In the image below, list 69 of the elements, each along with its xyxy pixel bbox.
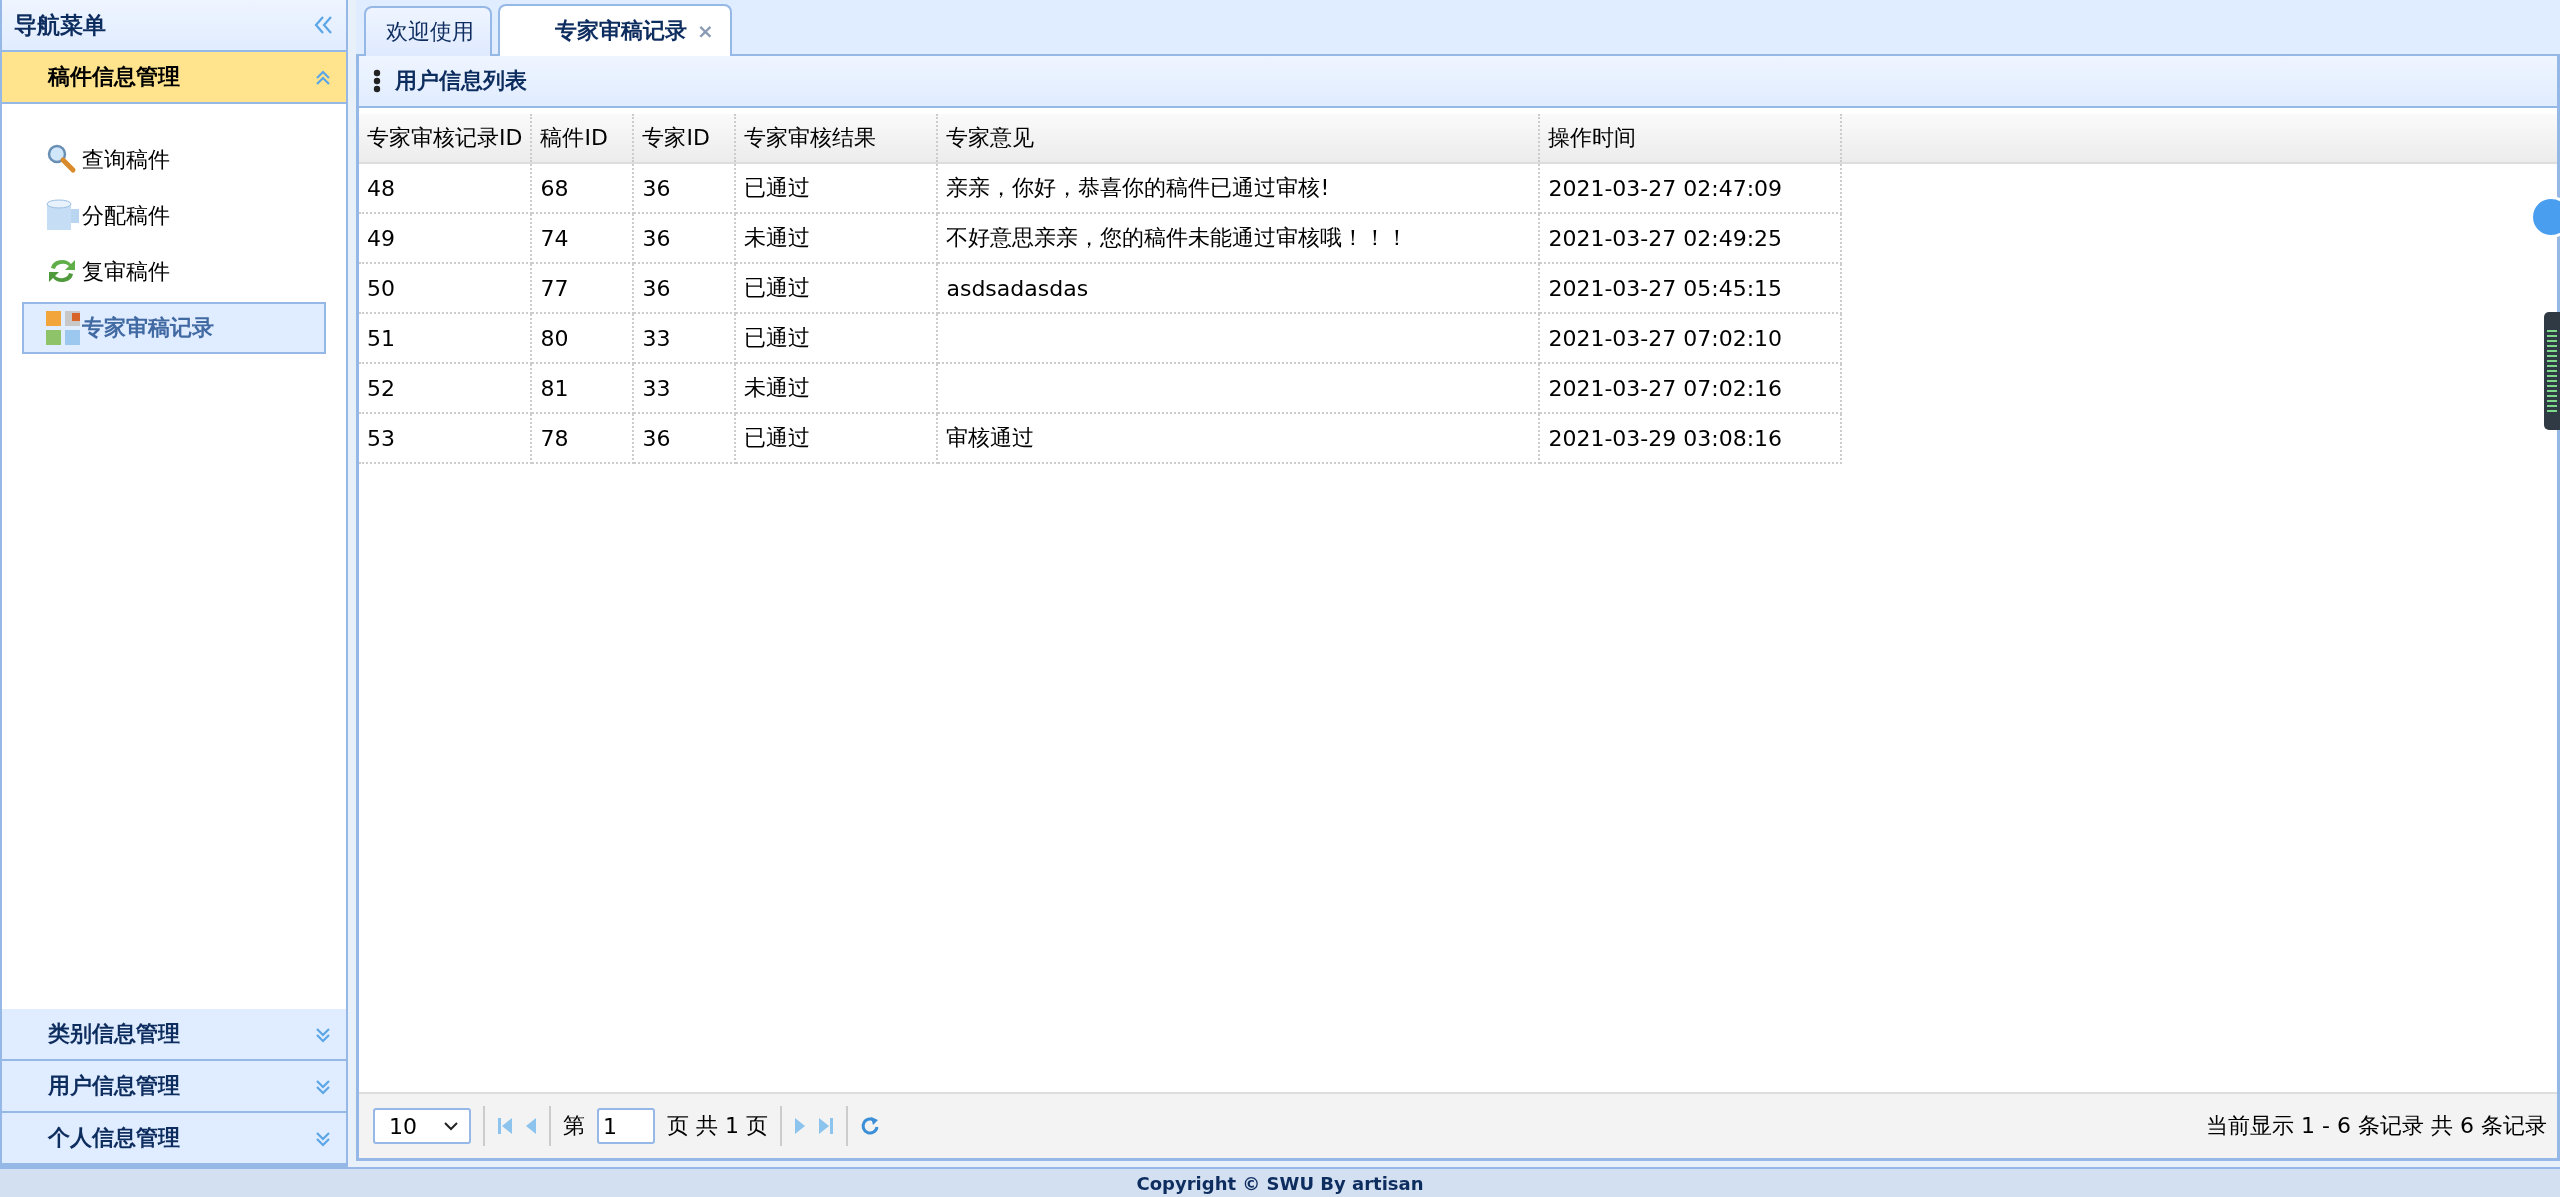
vertical-dots-icon	[373, 69, 381, 93]
cylinder-icon	[46, 199, 80, 233]
column-header[interactable]: 操作时间	[1539, 114, 1842, 163]
nav-item[interactable]: 分配稿件	[22, 190, 326, 242]
table-cell: 已通过	[735, 313, 938, 363]
table-cell: 36	[633, 413, 736, 463]
table-cell: 亲亲，你好，恭喜你的稿件已通过审核!	[937, 163, 1540, 213]
table-cell: 36	[633, 263, 736, 313]
table-cell: 未通过	[735, 213, 938, 263]
table-cell: 36	[633, 213, 736, 263]
accordion-header[interactable]: 稿件信息管理	[2, 52, 346, 104]
table-cell: 2021-03-27 07:02:16	[1539, 363, 1842, 413]
table-cell: 2021-03-27 05:45:15	[1539, 263, 1842, 313]
tab[interactable]: 欢迎使用	[364, 6, 492, 56]
column-header[interactable]: 专家审核记录ID	[359, 114, 532, 163]
grid-tiles-icon	[46, 311, 80, 345]
page-label: 第	[563, 1112, 585, 1140]
collapse-icon[interactable]	[312, 14, 334, 36]
accordion-header[interactable]: 类别信息管理	[2, 1009, 346, 1061]
table-cell: 74	[531, 213, 634, 263]
table-cell: 不好意思亲亲，您的稿件未能通过审核哦！！！	[937, 213, 1540, 263]
refresh-icon[interactable]	[860, 1116, 880, 1136]
tab[interactable]: 专家审稿记录 ×	[498, 4, 732, 56]
previous-page-icon[interactable]	[525, 1116, 537, 1136]
nav-item[interactable]: 专家审稿记录	[22, 302, 326, 354]
table-cell: 2021-03-29 03:08:16	[1539, 413, 1842, 463]
copyright-text: Copyright © SWU By artisan	[1136, 1172, 1424, 1194]
table-cell: 80	[531, 313, 634, 363]
table-cell: 33	[633, 363, 736, 413]
nav-item[interactable]: 复审稿件	[22, 246, 326, 298]
panel-title: 用户信息列表	[395, 67, 527, 95]
table-cell: 77	[531, 263, 634, 313]
page-number-field[interactable]: 1	[597, 1108, 655, 1144]
dropdown-caret-icon	[443, 1121, 459, 1131]
table-cell: 50	[359, 263, 532, 313]
table-cell: 68	[531, 163, 634, 213]
page-count-label: 页 共 1 页	[667, 1112, 768, 1140]
last-page-icon[interactable]	[818, 1116, 834, 1136]
column-header[interactable]: 专家意见	[937, 114, 1540, 163]
table-cell: 33	[633, 313, 736, 363]
table-cell: 52	[359, 363, 532, 413]
table-cell: 2021-03-27 02:49:25	[1539, 213, 1842, 263]
table-cell: asdsadasdas	[937, 263, 1540, 313]
table-cell: 已通过	[735, 163, 938, 213]
table-cell: 51	[359, 313, 532, 363]
side-widget[interactable]	[2544, 312, 2560, 430]
accordion-header[interactable]: 用户信息管理	[2, 1061, 346, 1113]
next-page-icon[interactable]	[794, 1116, 806, 1136]
table-cell: 2021-03-27 02:47:09	[1539, 163, 1842, 213]
table-cell: 81	[531, 363, 634, 413]
table-cell: 2021-03-27 07:02:10	[1539, 313, 1842, 363]
table-cell: 已通过	[735, 413, 938, 463]
sidebar-title: 导航菜单	[14, 10, 106, 40]
table-cell: 审核通过	[937, 413, 1540, 463]
column-header[interactable]: 专家ID	[633, 114, 736, 163]
first-page-icon[interactable]	[497, 1116, 513, 1136]
column-header[interactable]: 稿件ID	[531, 114, 634, 163]
table-cell: 未通过	[735, 363, 938, 413]
table-cell: 78	[531, 413, 634, 463]
table-cell: 已通过	[735, 263, 938, 313]
nav-item[interactable]: 查询稿件	[22, 134, 326, 186]
page-size-select[interactable]: 10	[373, 1108, 471, 1144]
accordion-header[interactable]: 个人信息管理	[2, 1113, 346, 1165]
table-cell: 53	[359, 413, 532, 463]
table-cell: 49	[359, 213, 532, 263]
record-summary: 当前显示 1 - 6 条记录 共 6 条记录	[2206, 1112, 2547, 1140]
table-cell: 36	[633, 163, 736, 213]
column-header[interactable]: 专家审核结果	[735, 114, 938, 163]
table-cell: 48	[359, 163, 532, 213]
